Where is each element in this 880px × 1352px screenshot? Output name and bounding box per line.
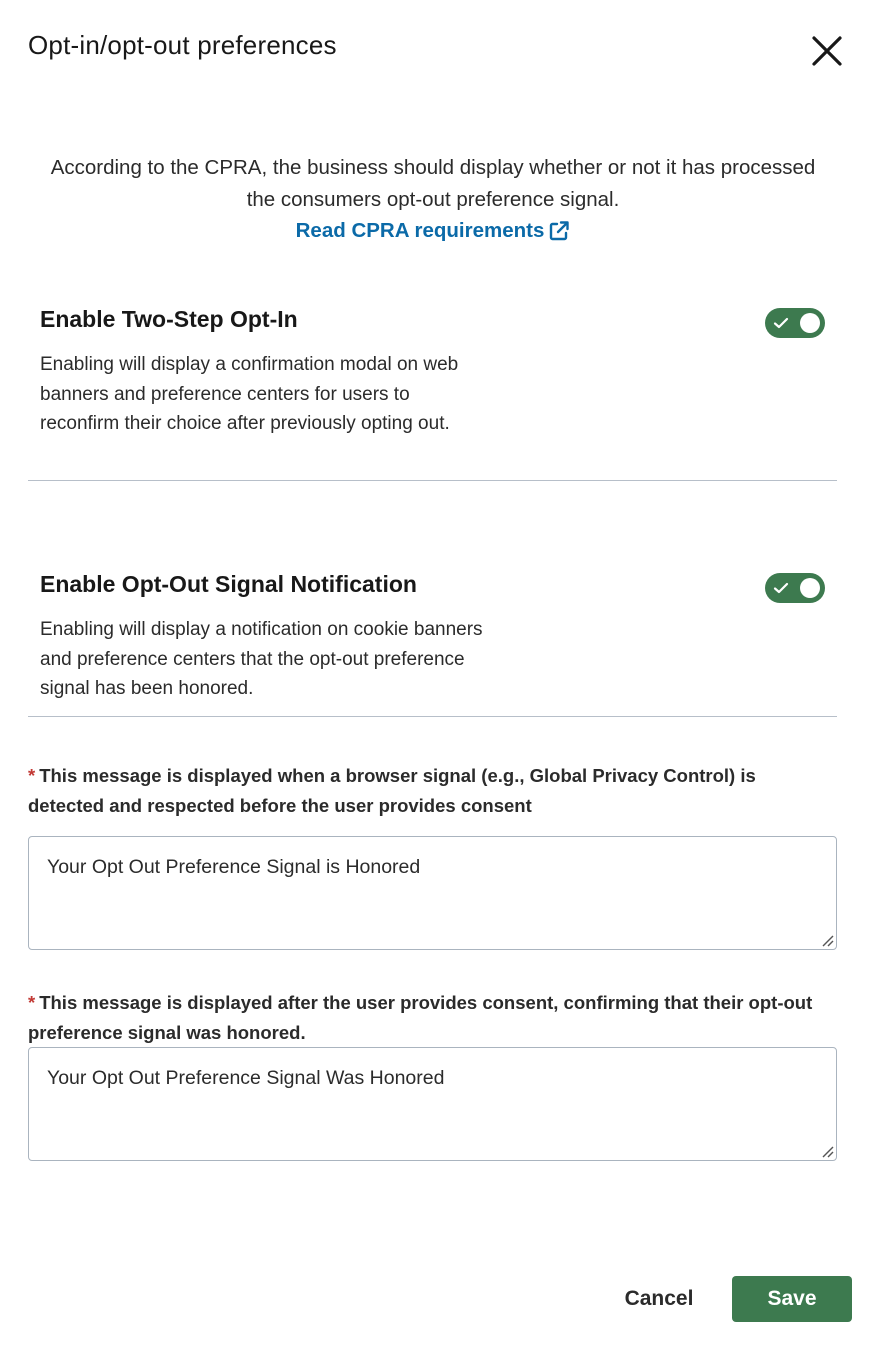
save-button[interactable]: Save <box>732 1276 852 1322</box>
two-step-opt-in-description: Enabling will display a confirmation mod… <box>40 354 459 434</box>
two-step-opt-in-title: Enable Two-Step Opt-In <box>40 306 298 332</box>
toggle-knob <box>800 578 820 598</box>
before-consent-message-label-text: This message is displayed when a browser… <box>28 765 756 816</box>
section-divider <box>28 480 837 481</box>
before-consent-message-box: Your Opt Out Preference Signal is Honore… <box>28 836 837 950</box>
intro-block: According to the CPRA, the business shou… <box>40 152 826 247</box>
cancel-button[interactable]: Cancel <box>606 1276 712 1322</box>
before-consent-message-input[interactable]: Your Opt Out Preference Signal is Honore… <box>29 837 836 949</box>
two-step-opt-in-toggle[interactable] <box>765 308 825 338</box>
opt-out-signal-notification-toggle[interactable] <box>765 573 825 603</box>
toggle-knob <box>800 313 820 333</box>
after-consent-message-label: * This message is displayed after the use… <box>28 988 828 1047</box>
cpra-link-label: Read CPRA requirements <box>295 219 545 242</box>
intro-text: According to the CPRA, the business shou… <box>50 156 816 211</box>
external-link-icon <box>550 221 570 240</box>
cpra-requirements-link[interactable]: Read CPRA requirements <box>296 215 571 247</box>
after-consent-message-input[interactable]: Your Opt Out Preference Signal Was Honor… <box>29 1048 836 1160</box>
opt-out-signal-notification-title: Enable Opt-Out Signal Notification <box>40 571 417 597</box>
resize-handle-icon[interactable] <box>819 1143 835 1159</box>
check-icon <box>773 317 789 329</box>
check-icon <box>773 582 789 594</box>
before-consent-message-label: * This message is displayed when a browse… <box>28 761 828 820</box>
required-marker: * <box>28 765 36 786</box>
close-icon <box>812 36 842 66</box>
resize-handle-icon[interactable] <box>819 932 835 948</box>
close-button[interactable] <box>806 30 848 72</box>
required-marker: * <box>28 992 36 1013</box>
section-divider <box>28 716 837 717</box>
preferences-modal: Opt-in/opt-out preferences According to … <box>0 0 880 1352</box>
after-consent-message-box: Your Opt Out Preference Signal Was Honor… <box>28 1047 837 1161</box>
opt-out-signal-notification-description: Enabling will display a notification on … <box>40 619 483 699</box>
modal-title: Opt-in/opt-out preferences <box>28 30 337 60</box>
after-consent-message-label-text: This message is displayed after the user… <box>28 992 813 1043</box>
